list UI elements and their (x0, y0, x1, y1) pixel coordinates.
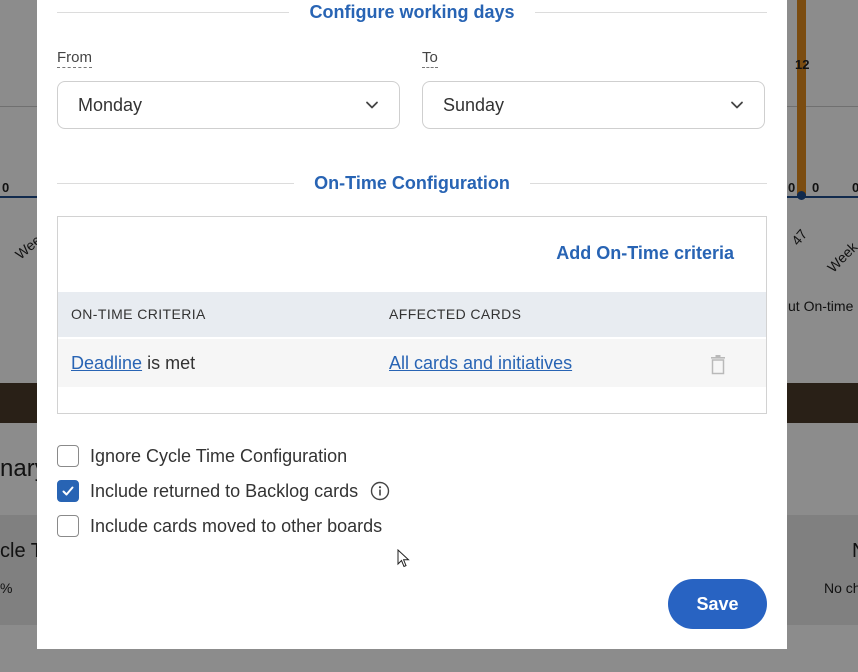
divider-line (57, 11, 290, 13)
from-label: From (57, 49, 92, 68)
criteria-table-header: ON-TIME CRITERIA AFFECTED CARDS (58, 292, 766, 337)
option-ignore-cycle-time[interactable]: Ignore Cycle Time Configuration (57, 445, 347, 467)
affected-cards-link[interactable]: All cards and initiatives (389, 353, 572, 373)
trash-icon[interactable] (710, 355, 726, 375)
criteria-suffix: is met (147, 353, 196, 373)
settings-modal: Configure working days From To Monday Su… (37, 0, 787, 649)
criteria-cell: Deadline is met (71, 353, 195, 374)
column-header-affected-cards: AFFECTED CARDS (389, 306, 522, 322)
chevron-down-icon (731, 101, 743, 109)
divider-line (534, 11, 767, 13)
working-days-header: Configure working days (57, 0, 767, 24)
option-include-moved-cards[interactable]: Include cards moved to other boards (57, 515, 382, 537)
to-day-value: Sunday (443, 94, 505, 115)
mouse-cursor-icon (397, 549, 410, 568)
on-time-criteria-panel: Add On-Time criteria ON-TIME CRITERIA AF… (57, 216, 767, 414)
to-day-select[interactable]: Sunday (422, 81, 765, 129)
checkmark-icon (62, 486, 74, 496)
to-label: To (422, 49, 438, 68)
chevron-down-icon (366, 101, 378, 109)
include-moved-cards-label: Include cards moved to other boards (90, 515, 383, 536)
info-icon[interactable] (370, 481, 390, 501)
divider-line (57, 182, 295, 184)
include-returned-backlog-label: Include returned to Backlog cards (90, 480, 359, 501)
column-header-criteria: ON-TIME CRITERIA (71, 306, 206, 322)
on-time-header: On-Time Configuration (57, 171, 767, 195)
save-button[interactable]: Save (668, 579, 767, 629)
add-on-time-criteria-button[interactable]: Add On-Time criteria (556, 243, 734, 264)
ignore-cycle-time-checkbox[interactable] (57, 445, 79, 467)
from-day-value: Monday (78, 94, 143, 115)
divider-line (529, 182, 767, 184)
affected-cards-cell: All cards and initiatives (389, 353, 572, 374)
include-returned-backlog-checkbox[interactable] (57, 480, 79, 502)
option-include-returned-backlog[interactable]: Include returned to Backlog cards (57, 480, 390, 502)
on-time-title: On-Time Configuration (314, 172, 510, 193)
from-day-select[interactable]: Monday (57, 81, 400, 129)
deadline-link[interactable]: Deadline (71, 353, 142, 373)
ignore-cycle-time-label: Ignore Cycle Time Configuration (90, 445, 348, 466)
table-row: Deadline is met All cards and initiative… (58, 339, 766, 387)
working-days-title: Configure working days (309, 1, 515, 22)
include-moved-cards-checkbox[interactable] (57, 515, 79, 537)
